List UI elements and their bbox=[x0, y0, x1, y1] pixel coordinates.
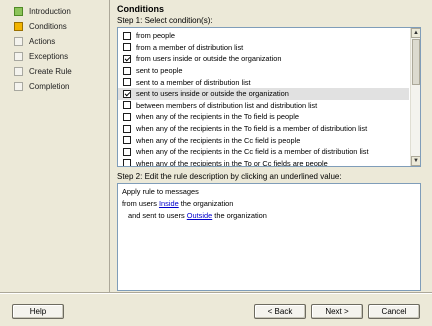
condition-label: between members of distribution list and… bbox=[136, 100, 318, 110]
condition-item[interactable]: when any of the recipients in the To fie… bbox=[118, 123, 409, 135]
condition-checkbox[interactable] bbox=[123, 124, 131, 133]
condition-checkbox[interactable] bbox=[123, 78, 131, 87]
condition-label: sent to users inside or outside the orga… bbox=[136, 89, 289, 99]
condition-label: when any of the recipients in the Cc fie… bbox=[136, 147, 369, 157]
scroll-up-icon[interactable]: ▲ bbox=[411, 28, 420, 38]
condition-item[interactable]: sent to users inside or outside the orga… bbox=[118, 87, 409, 100]
condition-label: when any of the recipients in the To or … bbox=[136, 158, 328, 167]
nav-step-label: Exceptions bbox=[29, 52, 69, 61]
condition-label: when any of the recipients in the Cc fie… bbox=[136, 135, 301, 145]
condition-label: sent to a member of distribution list bbox=[136, 77, 251, 87]
nav-step-actions: Actions bbox=[0, 34, 108, 49]
nav-step-conditions: Conditions bbox=[0, 19, 108, 34]
desc-text: Apply rule to messages bbox=[122, 187, 199, 196]
desc-text: the organization bbox=[212, 211, 267, 220]
condition-checkbox[interactable] bbox=[123, 112, 131, 121]
step-status-icon bbox=[14, 22, 23, 31]
page-title: Conditions bbox=[117, 4, 164, 14]
step-status-icon bbox=[14, 37, 23, 46]
condition-checkbox[interactable] bbox=[123, 66, 131, 75]
wizard-step-nav: Introduction Conditions Actions Exceptio… bbox=[0, 0, 108, 292]
desc-line-2: from users Inside the organization bbox=[122, 199, 416, 211]
desc-text: from users bbox=[122, 199, 159, 208]
desc-line-3: and sent to users Outside the organizati… bbox=[122, 211, 416, 223]
condition-checkbox[interactable] bbox=[123, 54, 131, 63]
nav-step-create-rule: Create Rule bbox=[0, 64, 108, 79]
condition-item[interactable]: when any of the recipients in the To or … bbox=[118, 158, 409, 167]
nav-step-label: Completion bbox=[29, 82, 70, 91]
conditions-rows: from people from a member of distribution… bbox=[118, 30, 409, 167]
condition-checkbox[interactable] bbox=[123, 89, 131, 98]
step-status-icon bbox=[14, 82, 23, 91]
condition-item[interactable]: when any of the recipients in the Cc fie… bbox=[118, 146, 409, 158]
condition-checkbox[interactable] bbox=[123, 136, 131, 145]
next-button[interactable]: Next > bbox=[311, 304, 363, 319]
conditions-scrollbar[interactable]: ▲ ▼ bbox=[410, 28, 420, 166]
cancel-button[interactable]: Cancel bbox=[368, 304, 420, 319]
condition-checkbox[interactable] bbox=[123, 159, 131, 166]
condition-label: from a member of distribution list bbox=[136, 42, 244, 52]
condition-label: when any of the recipients in the To fie… bbox=[136, 124, 368, 134]
condition-item[interactable]: from a member of distribution list bbox=[118, 42, 409, 54]
step-status-icon bbox=[14, 52, 23, 61]
condition-item[interactable]: from people bbox=[118, 30, 409, 42]
step-status-icon bbox=[14, 67, 23, 76]
condition-label: from users inside or outside the organiz… bbox=[136, 54, 282, 64]
condition-checkbox[interactable] bbox=[123, 101, 131, 110]
desc-text: and sent to users bbox=[128, 211, 187, 220]
step2-label: Step 2: Edit the rule description by cli… bbox=[117, 172, 342, 181]
condition-checkbox[interactable] bbox=[123, 31, 131, 40]
condition-label: from people bbox=[136, 31, 176, 41]
condition-item[interactable]: when any of the recipients in the To fie… bbox=[118, 111, 409, 123]
nav-divider bbox=[109, 0, 110, 292]
main-panel: Conditions Step 1: Select condition(s): … bbox=[117, 4, 425, 291]
condition-item[interactable]: from users inside or outside the organiz… bbox=[118, 53, 409, 65]
nav-step-completion: Completion bbox=[0, 79, 108, 94]
conditions-listbox[interactable]: from people from a member of distribution… bbox=[117, 27, 421, 167]
inside-value-link[interactable]: Inside bbox=[159, 199, 179, 208]
condition-checkbox[interactable] bbox=[123, 147, 131, 156]
step1-label: Step 1: Select condition(s): bbox=[117, 16, 213, 25]
help-button[interactable]: Help bbox=[12, 304, 64, 319]
condition-label: sent to people bbox=[136, 66, 183, 76]
scroll-down-icon[interactable]: ▼ bbox=[411, 156, 420, 166]
scroll-thumb[interactable] bbox=[412, 39, 420, 85]
back-button[interactable]: < Back bbox=[254, 304, 306, 319]
nav-step-label: Create Rule bbox=[29, 67, 72, 76]
nav-step-exceptions: Exceptions bbox=[0, 49, 108, 64]
nav-step-label: Introduction bbox=[29, 7, 71, 16]
outside-value-link[interactable]: Outside bbox=[187, 211, 212, 220]
desc-text: the organization bbox=[178, 199, 234, 208]
condition-item[interactable]: between members of distribution list and… bbox=[118, 100, 409, 112]
step-status-icon bbox=[14, 7, 23, 16]
condition-item[interactable]: sent to people bbox=[118, 65, 409, 77]
condition-item[interactable]: when any of the recipients in the Cc fie… bbox=[118, 134, 409, 146]
bottom-divider bbox=[0, 292, 432, 294]
condition-checkbox[interactable] bbox=[123, 43, 131, 52]
desc-line-1: Apply rule to messages bbox=[122, 187, 416, 199]
rule-description-box: Apply rule to messages from users Inside… bbox=[117, 183, 421, 291]
condition-label: when any of the recipients in the To fie… bbox=[136, 112, 299, 122]
nav-step-label: Actions bbox=[29, 37, 56, 46]
condition-item[interactable]: sent to a member of distribution list bbox=[118, 76, 409, 88]
nav-step-introduction: Introduction bbox=[0, 4, 108, 19]
nav-step-label: Conditions bbox=[29, 22, 67, 31]
